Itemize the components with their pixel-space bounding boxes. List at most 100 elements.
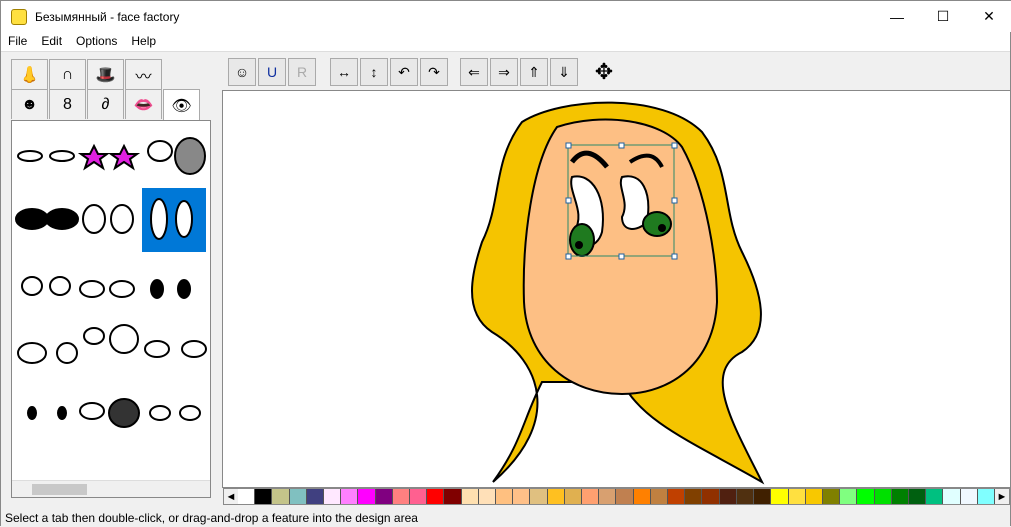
hair-icon: ∩ <box>61 65 74 83</box>
redo-icon: R <box>296 64 308 80</box>
color-swatch[interactable] <box>719 489 737 504</box>
color-swatch[interactable] <box>840 489 858 504</box>
tab-nose[interactable]: 👃 <box>11 59 48 89</box>
color-swatch[interactable] <box>410 489 428 504</box>
color-swatch[interactable] <box>668 489 686 504</box>
color-swatch[interactable] <box>272 489 290 504</box>
stretch-icon: ↕ <box>370 64 378 80</box>
color-swatch[interactable] <box>599 489 617 504</box>
color-swatch[interactable] <box>771 489 789 504</box>
window-title: Безымянный - face factory <box>35 9 180 24</box>
tab-moustache[interactable]: 〰 <box>125 59 162 89</box>
menu-options[interactable]: Options <box>69 32 124 51</box>
close-button[interactable]: ✕ <box>966 1 1011 32</box>
new-face-button[interactable]: ☺ <box>228 58 256 86</box>
tab-hat[interactable]: 🎩 <box>87 59 124 89</box>
color-swatch[interactable] <box>805 489 823 504</box>
color-swatch[interactable] <box>822 489 841 504</box>
color-swatch[interactable] <box>616 489 634 504</box>
color-swatch[interactable] <box>943 489 961 504</box>
face-icon: ☻ <box>21 95 38 113</box>
skew-left-icon: ⇐ <box>468 63 480 80</box>
scroll-thumb[interactable] <box>32 484 87 495</box>
skew-down-button[interactable]: ⇓ <box>550 58 578 86</box>
nose-icon: 👃 <box>19 66 40 84</box>
color-swatch[interactable] <box>564 489 583 504</box>
moustache-icon: 〰 <box>135 68 152 86</box>
rotate-right-button[interactable]: ↷ <box>420 58 448 86</box>
color-swatch[interactable] <box>547 489 565 504</box>
color-swatch[interactable] <box>427 489 445 504</box>
color-swatch[interactable] <box>444 489 462 504</box>
head-shape-icon: 8 <box>63 95 72 113</box>
widen-icon: ↔ <box>337 64 351 80</box>
menu-help[interactable]: Help <box>124 32 163 51</box>
widen-button[interactable]: ↔ <box>330 58 358 86</box>
color-swatch[interactable] <box>960 489 978 504</box>
eye-gallery <box>15 137 207 428</box>
color-swatch[interactable] <box>306 489 325 504</box>
minimize-button[interactable]: — <box>874 1 920 32</box>
menu-edit[interactable]: Edit <box>34 32 69 51</box>
color-swatch[interactable] <box>857 489 875 504</box>
color-swatch[interactable] <box>702 489 720 504</box>
color-swatch[interactable] <box>977 489 995 504</box>
menu-file[interactable]: File <box>1 32 34 51</box>
color-swatch[interactable] <box>891 489 909 504</box>
color-swatch[interactable] <box>496 489 514 504</box>
menu-bar: File Edit Options Help <box>1 32 1010 52</box>
tab-eyes[interactable]: 👁 <box>163 89 200 122</box>
color-swatch[interactable] <box>754 489 772 504</box>
skew-right-button[interactable]: ⇒ <box>490 58 518 86</box>
stretch-button[interactable]: ↕ <box>360 58 388 86</box>
color-swatch[interactable] <box>650 489 669 504</box>
skew-left-button[interactable]: ⇐ <box>460 58 488 86</box>
color-swatch[interactable] <box>289 489 307 504</box>
hat-icon: 🎩 <box>95 66 116 84</box>
color-palette: ◄ ► <box>223 488 1010 505</box>
color-swatch[interactable] <box>255 489 273 504</box>
color-swatch[interactable] <box>926 489 944 504</box>
palette-scroll-left[interactable]: ◄ <box>224 489 238 504</box>
tab-head-shape[interactable]: 8 <box>49 89 86 119</box>
color-swatch[interactable] <box>908 489 927 504</box>
color-swatch[interactable] <box>375 489 393 504</box>
color-swatch[interactable] <box>461 489 479 504</box>
skew-up-button[interactable]: ⇑ <box>520 58 548 86</box>
color-swatch[interactable] <box>582 489 600 504</box>
redo-button[interactable]: R <box>288 58 316 86</box>
gallery-scrollbar[interactable] <box>12 480 210 497</box>
tab-lips[interactable]: 👄 <box>125 89 162 119</box>
new-face-icon: ☺ <box>234 64 250 80</box>
app-icon <box>11 8 27 25</box>
maximize-button[interactable]: ☐ <box>920 1 966 32</box>
color-swatch[interactable] <box>685 489 703 504</box>
skew-up-icon: ⇑ <box>528 63 540 80</box>
tab-hair[interactable]: ∩ <box>49 59 86 89</box>
tab-ear[interactable]: ∂ <box>87 89 124 119</box>
color-swatch[interactable] <box>358 489 376 504</box>
color-swatch[interactable] <box>238 489 256 504</box>
design-area[interactable] <box>222 90 1011 488</box>
color-swatch[interactable] <box>874 489 892 504</box>
palette-scroll-right[interactable]: ► <box>995 489 1009 504</box>
skew-right-icon: ⇒ <box>498 63 510 80</box>
move-button[interactable]: ✥ <box>590 58 618 86</box>
rotate-right-icon: ↷ <box>428 63 440 80</box>
color-swatch[interactable] <box>478 489 497 504</box>
undo-button[interactable]: U <box>258 58 286 86</box>
rotate-left-button[interactable]: ↶ <box>390 58 418 86</box>
color-swatch[interactable] <box>788 489 806 504</box>
color-swatch[interactable] <box>341 489 359 504</box>
tab-face[interactable]: ☻ <box>11 89 48 119</box>
ear-icon: ∂ <box>101 95 110 113</box>
color-swatch[interactable] <box>736 489 755 504</box>
color-swatch[interactable] <box>530 489 548 504</box>
face-drawing <box>471 101 765 485</box>
skew-down-icon: ⇓ <box>558 63 570 80</box>
color-swatch[interactable] <box>633 489 651 504</box>
color-swatch[interactable] <box>392 489 411 504</box>
color-swatch[interactable] <box>513 489 531 504</box>
color-swatch[interactable] <box>324 489 342 504</box>
rotate-left-icon: ↶ <box>398 63 410 80</box>
